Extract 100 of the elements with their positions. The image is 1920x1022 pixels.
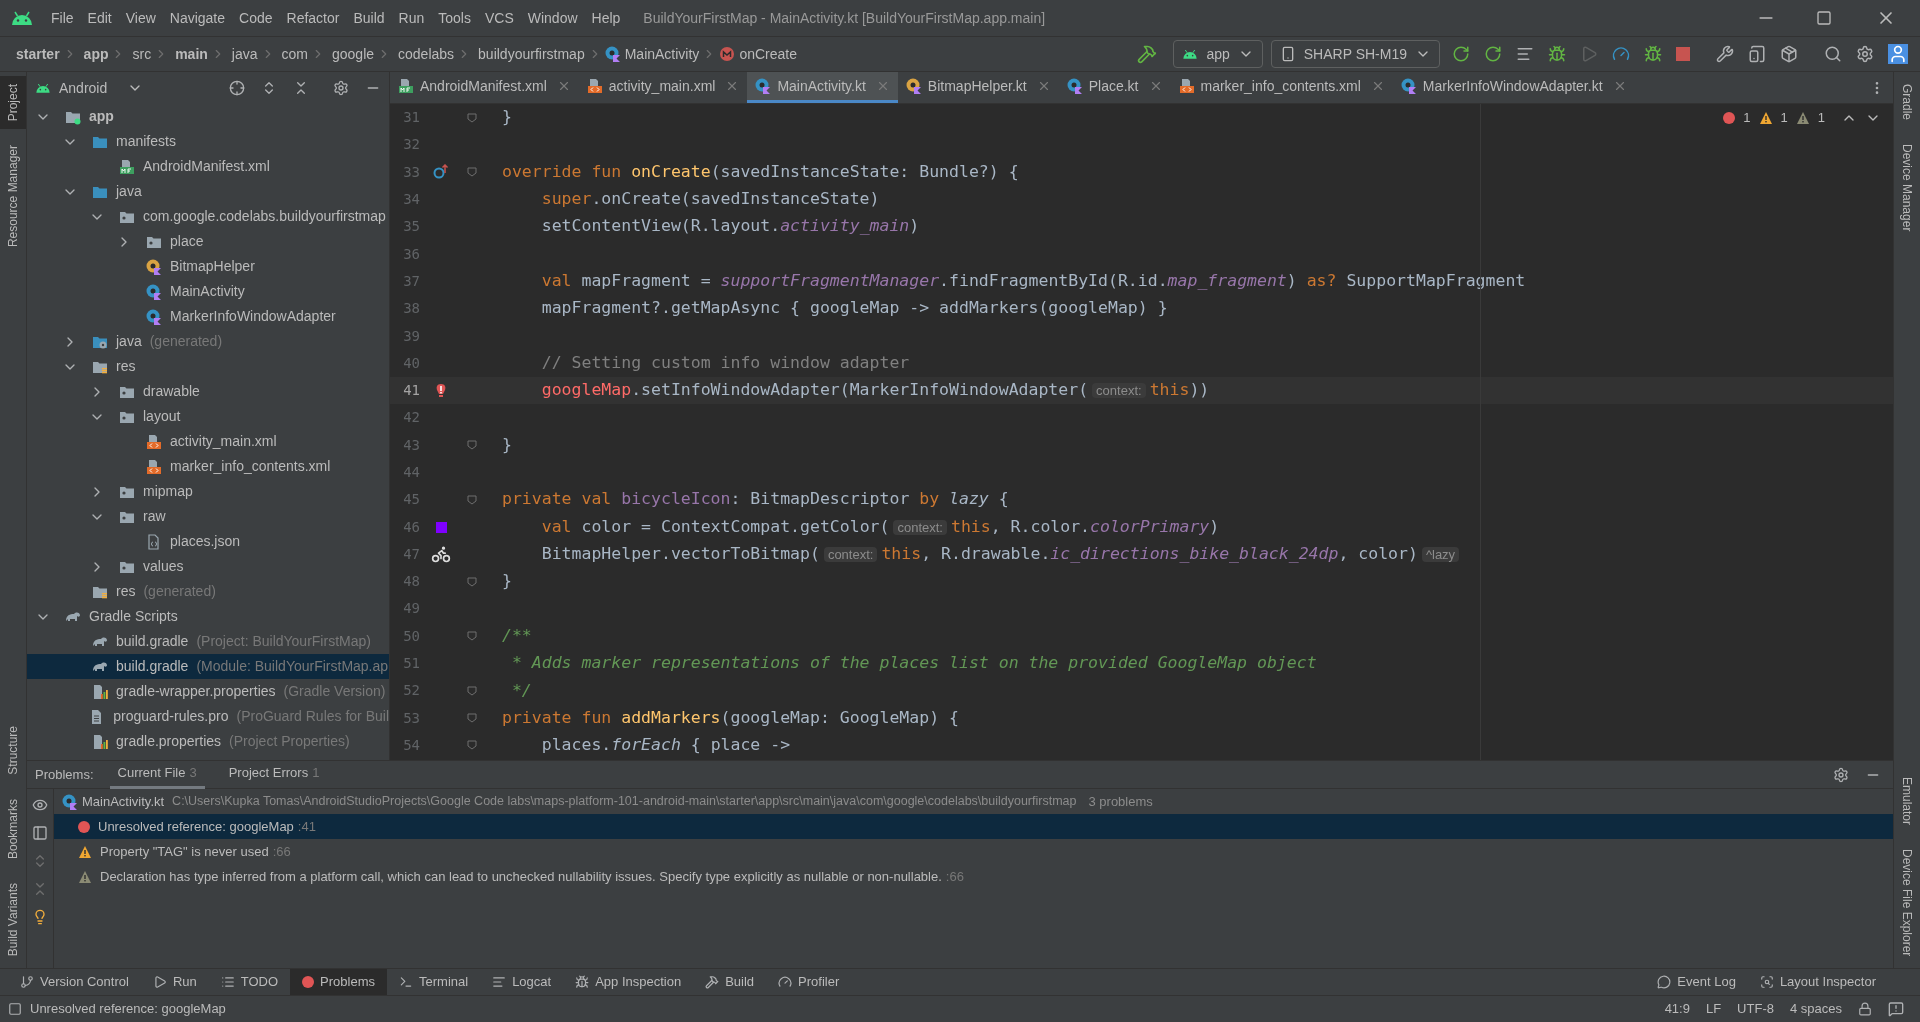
menu-item[interactable]: Refactor bbox=[279, 7, 347, 29]
warning-count[interactable]: 1 bbox=[1780, 108, 1788, 128]
breadcrumb[interactable]: app bbox=[83, 43, 109, 65]
locate-icon[interactable] bbox=[229, 80, 245, 96]
tree-row[interactable]: res bbox=[27, 354, 389, 379]
caret-position[interactable]: 41:9 bbox=[1664, 999, 1690, 1019]
fold-marker-icon[interactable] bbox=[467, 740, 477, 751]
tree-row[interactable]: java (generated) bbox=[27, 329, 389, 354]
tree-row[interactable]: manifests bbox=[27, 129, 389, 154]
tool-window-button[interactable]: Logcat bbox=[480, 969, 564, 995]
breadcrumb[interactable]: onCreate bbox=[739, 43, 797, 65]
editor-tab[interactable]: marker_info_contents.xml bbox=[1170, 72, 1393, 103]
attach-debugger-icon[interactable] bbox=[1644, 45, 1662, 63]
tree-row[interactable]: MarkerInfoWindowAdapter bbox=[27, 304, 389, 329]
tree-row[interactable]: raw bbox=[27, 504, 389, 529]
tree-row[interactable]: MainActivity bbox=[27, 279, 389, 304]
tool-window-tab[interactable]: Structure bbox=[0, 718, 26, 783]
tool-window-tab[interactable]: Gradle bbox=[1894, 76, 1920, 129]
menu-item[interactable]: Run bbox=[391, 7, 432, 29]
menu-item[interactable]: File bbox=[44, 7, 81, 29]
fold-marker-icon[interactable] bbox=[467, 112, 477, 123]
tree-row[interactable]: build.gradle (Project: BuildYourFirstMap) bbox=[27, 629, 389, 654]
tool-window-tab[interactable]: Device File Explorer bbox=[1894, 840, 1920, 964]
menu-item[interactable]: Code bbox=[232, 7, 280, 29]
tool-window-button[interactable]: Version Control bbox=[8, 969, 141, 995]
line-separator[interactable]: LF bbox=[1705, 999, 1722, 1019]
editor-tab[interactable]: AndroidManifest.xml bbox=[390, 72, 579, 103]
color-swatch[interactable] bbox=[435, 521, 447, 533]
menu-item[interactable]: Help bbox=[584, 7, 628, 29]
project-view-dropdown[interactable]: Android bbox=[35, 77, 144, 99]
tree-row[interactable]: values bbox=[27, 554, 389, 579]
menu-item[interactable]: Tools bbox=[431, 7, 478, 29]
bicycle-icon[interactable] bbox=[431, 544, 451, 565]
fold-marker-icon[interactable] bbox=[467, 685, 477, 696]
problem-row[interactable]: Property "TAG" is never used :66 bbox=[54, 839, 1893, 864]
preview-icon[interactable] bbox=[32, 825, 48, 841]
lock-icon[interactable] bbox=[1858, 1002, 1872, 1016]
menu-item[interactable]: Navigate bbox=[162, 7, 233, 29]
tree-row[interactable]: Gradle Scripts bbox=[27, 604, 389, 629]
tool-window-button[interactable]: Run bbox=[140, 969, 209, 995]
breadcrumb[interactable]: java bbox=[231, 43, 258, 65]
tree-row[interactable]: place bbox=[27, 229, 389, 254]
hammer-icon[interactable] bbox=[1137, 44, 1158, 64]
fold-marker-icon[interactable] bbox=[467, 494, 477, 505]
problems-tab[interactable]: Current File 3 bbox=[109, 760, 205, 789]
breadcrumb[interactable]: src bbox=[132, 43, 152, 65]
device-manager-icon[interactable] bbox=[1748, 45, 1766, 63]
tree-row[interactable]: layout bbox=[27, 404, 389, 429]
gauge-icon[interactable] bbox=[1612, 45, 1630, 63]
tool-window-tab[interactable]: Device Manager bbox=[1894, 136, 1920, 240]
menu-item[interactable]: View bbox=[118, 7, 163, 29]
lightbulb-icon[interactable] bbox=[32, 909, 48, 925]
tool-window-tab[interactable]: Build Variants bbox=[0, 874, 26, 964]
tree-row[interactable]: AndroidManifest.xml bbox=[27, 154, 389, 179]
breadcrumb[interactable]: com bbox=[281, 43, 308, 65]
breadcrumb[interactable]: MainActivity bbox=[624, 43, 700, 65]
fold-marker-icon[interactable] bbox=[467, 167, 477, 178]
tree-row[interactable]: proguard-rules.pro (ProGuard Rules for Buil bbox=[27, 704, 389, 729]
tree-row[interactable]: app bbox=[27, 104, 389, 129]
maximize-icon[interactable] bbox=[1816, 10, 1832, 26]
editor-tab[interactable]: Place.kt bbox=[1058, 72, 1171, 103]
tree-row[interactable]: java bbox=[27, 179, 389, 204]
menu-item[interactable]: Edit bbox=[80, 7, 119, 29]
tree-row[interactable]: activity_main.xml bbox=[27, 429, 389, 454]
tool-window-tab[interactable]: Bookmarks bbox=[0, 790, 26, 867]
tool-window-tab[interactable]: Resource Manager bbox=[0, 137, 26, 256]
device-dropdown[interactable]: SHARP SH-M19 bbox=[1270, 40, 1440, 68]
problem-row[interactable]: Unresolved reference: googleMap :41 bbox=[54, 814, 1893, 839]
tree-row[interactable]: marker_info_contents.xml bbox=[27, 454, 389, 479]
editor-tab[interactable]: MarkerInfoWindowAdapter.kt bbox=[1392, 72, 1635, 103]
tool-window-button[interactable]: App Inspection bbox=[563, 969, 694, 995]
settings-icon[interactable] bbox=[1856, 45, 1874, 63]
tool-window-button[interactable]: Build bbox=[693, 969, 767, 995]
editor-tab[interactable]: MainActivity.kt bbox=[747, 72, 898, 103]
settings-icon[interactable] bbox=[1833, 766, 1849, 783]
breadcrumb[interactable]: main bbox=[175, 43, 208, 65]
fold-marker-icon[interactable] bbox=[467, 713, 477, 724]
tool-window-button[interactable]: Profiler bbox=[766, 969, 852, 995]
tool-window-tab[interactable]: Project bbox=[0, 76, 26, 130]
tool-window-button[interactable]: TODO bbox=[208, 969, 291, 995]
tree-row[interactable]: mipmap bbox=[27, 479, 389, 504]
tool-window-tab[interactable]: Emulator bbox=[1894, 768, 1920, 833]
settings-icon[interactable] bbox=[333, 80, 349, 96]
override-marker-icon[interactable] bbox=[433, 164, 449, 181]
fold-marker-icon[interactable] bbox=[467, 440, 477, 451]
problem-row[interactable]: Declaration has type inferred from a platform call, which can lead to unchecked nullability issues. Specify type explicitly as nullable or non-nullable. :66 bbox=[54, 864, 1893, 889]
avatar-icon[interactable] bbox=[1888, 44, 1908, 64]
fold-marker-icon[interactable] bbox=[467, 576, 477, 587]
menu-item[interactable]: Build bbox=[346, 7, 392, 29]
indent-setting[interactable]: 4 spaces bbox=[1789, 999, 1842, 1019]
tree-row[interactable]: com.google.codelabs.buildyourfirstmap bbox=[27, 204, 389, 229]
tool-window-button[interactable]: Event Log bbox=[1645, 969, 1748, 995]
tree-row[interactable]: build.gradle (Module: BuildYourFirstMap.ap bbox=[27, 654, 389, 679]
run-config-dropdown[interactable]: app bbox=[1173, 40, 1263, 68]
tree-row[interactable]: places.json bbox=[27, 529, 389, 554]
editor-tab[interactable]: activity_main.xml bbox=[578, 72, 748, 103]
tree-row[interactable]: res (generated) bbox=[27, 579, 389, 604]
search-icon[interactable] bbox=[1824, 45, 1842, 63]
tree-row[interactable]: BitmapHelper bbox=[27, 254, 389, 279]
list-icon[interactable] bbox=[1516, 45, 1534, 63]
